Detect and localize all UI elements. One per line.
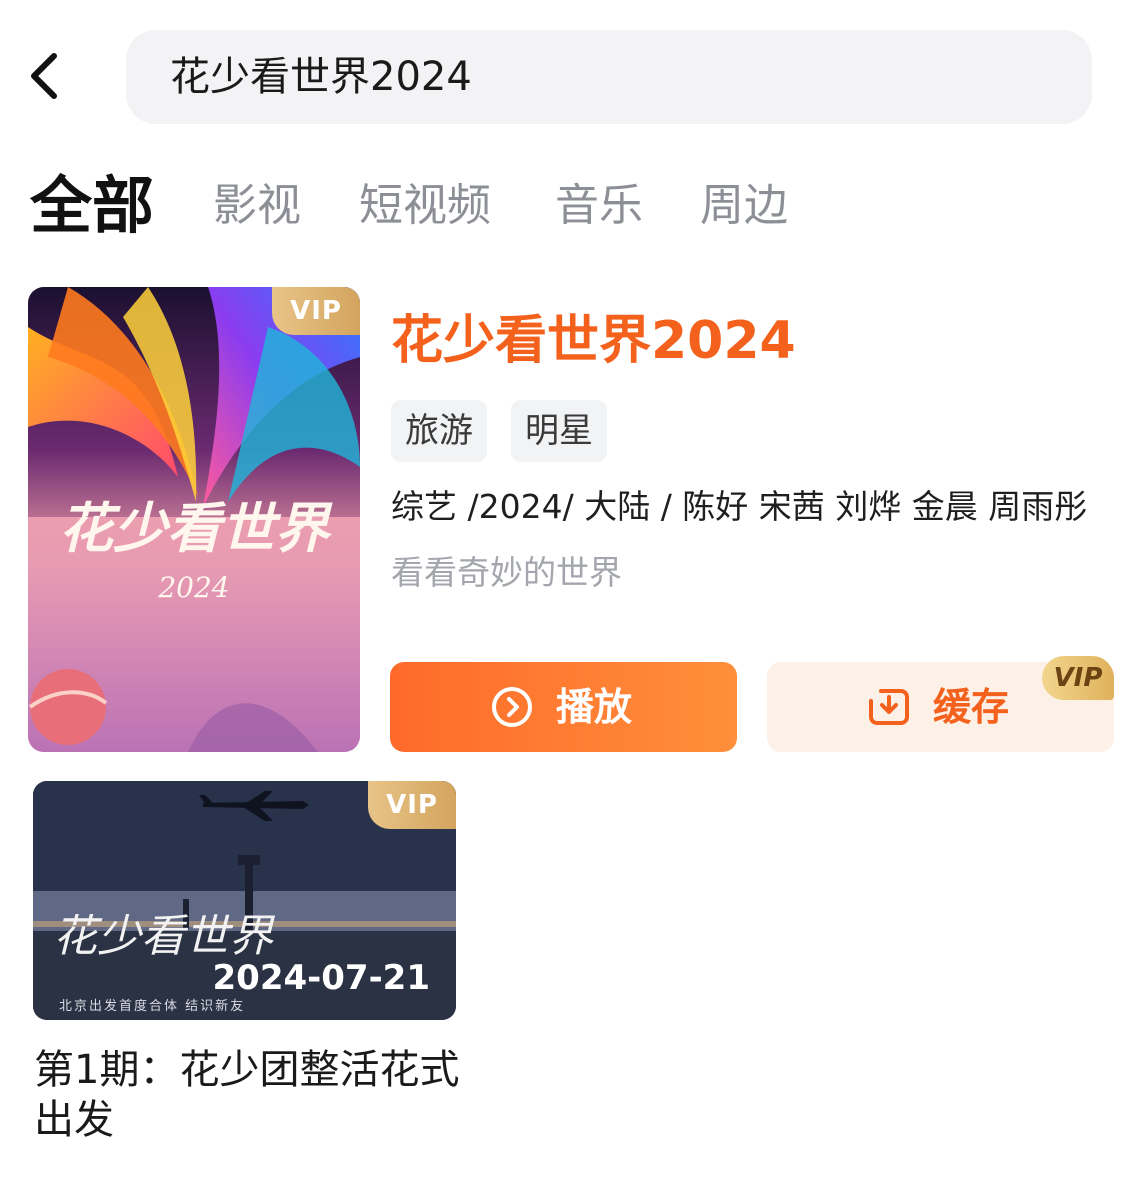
cache-button-label: 缓存 — [933, 685, 1010, 729]
show-poster[interactable]: 花少看世界 2024 VIP — [28, 287, 360, 752]
episode-thumbnail[interactable]: 花少看世界 VIP 2024-07-21 北京出发首度合体 结识新友 — [33, 781, 456, 1020]
episode-vip-badge: VIP — [368, 781, 456, 829]
tag-celebrity: 明星 — [511, 400, 607, 462]
tag-travel: 旅游 — [391, 400, 487, 462]
episode-subline: 北京出发首度合体 结识新友 — [59, 999, 246, 1014]
search-input[interactable]: 花少看世界2024 — [126, 30, 1092, 124]
vip-badge: VIP — [272, 287, 360, 335]
download-icon — [869, 689, 909, 725]
search-query-text: 花少看世界2024 — [170, 54, 472, 100]
episode-title-art: 花少看世界 — [53, 911, 276, 962]
tab-short-video[interactable]: 短视频 — [359, 178, 491, 234]
poster-title-art: 花少看世界 — [59, 496, 333, 560]
cache-vip-badge: VIP — [1042, 656, 1114, 700]
result-title[interactable]: 花少看世界2024 — [391, 308, 796, 374]
result-meta: 综艺 /2024/ 大陆 / 陈好 宋茜 刘烨 金晨 周雨彤 — [391, 487, 1088, 526]
tab-music[interactable]: 音乐 — [555, 178, 643, 234]
chevron-left-icon — [31, 53, 57, 99]
result-description: 看看奇妙的世界 — [391, 553, 622, 592]
episode-title[interactable]: 第1期：花少团整活花式出发 — [34, 1045, 464, 1145]
episode-date: 2024-07-21 — [212, 958, 430, 998]
poster-year-art: 2024 — [157, 571, 229, 604]
tab-merch[interactable]: 周边 — [700, 178, 788, 234]
poster-artwork: 花少看世界 2024 — [28, 287, 360, 752]
play-button[interactable]: 播放 — [390, 662, 737, 752]
tab-film-tv[interactable]: 影视 — [213, 178, 301, 234]
back-button[interactable] — [22, 48, 74, 104]
tab-all[interactable]: 全部 — [30, 168, 154, 244]
play-button-label: 播放 — [556, 685, 633, 729]
cache-button[interactable]: 缓存 VIP — [767, 656, 1114, 752]
play-circle-icon — [492, 687, 532, 727]
